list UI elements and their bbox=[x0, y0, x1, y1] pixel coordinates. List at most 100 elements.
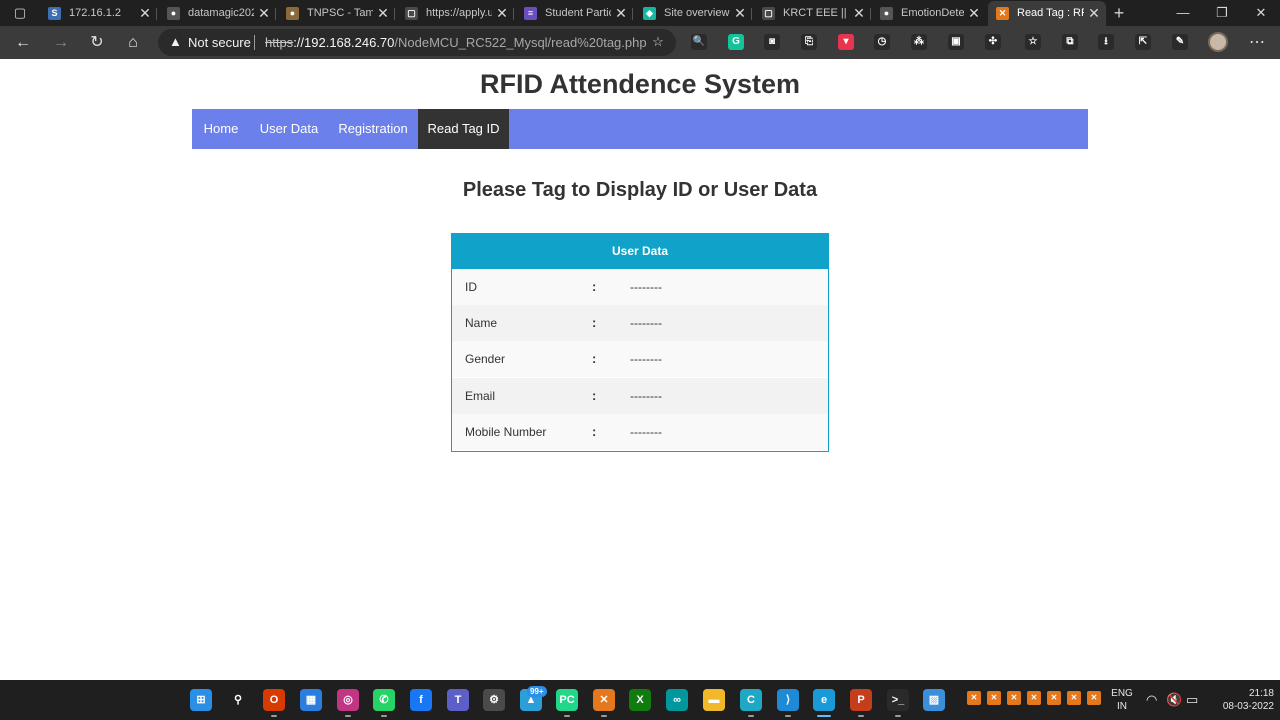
nav-read-tag-id[interactable]: Read Tag ID bbox=[418, 109, 509, 149]
reload-button[interactable]: ↻ bbox=[86, 32, 108, 54]
collections-ext-icon[interactable]: ▣ bbox=[948, 34, 964, 50]
xampp-tray-icon[interactable]: ✕ bbox=[1047, 691, 1061, 705]
xampp-tray-icon[interactable]: ✕ bbox=[967, 691, 981, 705]
github-icon: ● bbox=[167, 7, 180, 20]
browser-tab[interactable]: ▢ KRCT EEE || Lit ✕ bbox=[754, 1, 871, 26]
running-indicator bbox=[345, 715, 351, 717]
instagram-icon[interactable]: ◎ bbox=[337, 689, 359, 711]
forward-button[interactable]: → bbox=[50, 32, 72, 54]
add-favorite-icon[interactable]: ☆ bbox=[650, 34, 666, 50]
tab-title: datamagic2022 bbox=[188, 7, 254, 19]
browser-tab[interactable]: ✕ Read Tag : RFI ✕ bbox=[988, 1, 1106, 26]
apps-ext-icon[interactable]: ⁂ bbox=[911, 34, 927, 50]
back-button[interactable]: ← bbox=[12, 32, 34, 54]
address-bar[interactable]: ▲ Not secure https://192.168.246.70/Node… bbox=[158, 29, 676, 56]
canva-icon[interactable]: C bbox=[740, 689, 762, 711]
new-tab-button[interactable]: + bbox=[1110, 2, 1128, 24]
powerpoint-icon[interactable]: P bbox=[850, 689, 872, 711]
download-icon[interactable]: ⭳ bbox=[1098, 34, 1114, 50]
photo-viewer-icon[interactable]: ▨ bbox=[923, 689, 945, 711]
settings-icon[interactable]: ⚙ bbox=[483, 689, 505, 711]
battery-icon[interactable]: ▭ bbox=[1186, 693, 1198, 707]
xampp-tray-icon[interactable]: ✕ bbox=[987, 691, 1001, 705]
browser-tab[interactable]: ▢ https://apply.u ✕ bbox=[397, 1, 514, 26]
browser-tab[interactable]: ● EmotionDetect ✕ bbox=[872, 1, 986, 26]
xampp-tray-icon[interactable]: ✕ bbox=[1087, 691, 1101, 705]
arduino-icon[interactable]: ∞ bbox=[666, 689, 688, 711]
xampp-tray-icon[interactable]: ✕ bbox=[1067, 691, 1081, 705]
browser-tab[interactable]: ◆ Site overview | ✕ bbox=[635, 1, 752, 26]
system-clock[interactable]: 21:18 08-03-2022 bbox=[1204, 687, 1274, 713]
row-separator: : bbox=[592, 279, 597, 294]
table-row: Gender : -------- bbox=[452, 341, 828, 377]
url-path: /NodeMCU_RC522_Mysql/read%20tag.php bbox=[394, 35, 647, 50]
xampp-tray-icon[interactable]: ✕ bbox=[1027, 691, 1041, 705]
whatsapp-icon[interactable]: ✆ bbox=[373, 689, 395, 711]
close-tab-icon[interactable]: ✕ bbox=[734, 1, 746, 26]
search-ext-icon[interactable]: 🔍 bbox=[691, 34, 707, 50]
browser-tab[interactable]: ● datamagic2022 ✕ bbox=[159, 1, 276, 26]
form-icon: ≡ bbox=[524, 7, 537, 20]
browser-tab[interactable]: ≡ Student Partic ✕ bbox=[516, 1, 633, 26]
xampp-tray-icon[interactable]: ✕ bbox=[1007, 691, 1021, 705]
xampp-icon[interactable]: ✕ bbox=[593, 689, 615, 711]
wifi-icon[interactable]: ◠ bbox=[1146, 693, 1157, 707]
office-icon[interactable]: O bbox=[263, 689, 285, 711]
warning-icon[interactable]: ▲ bbox=[169, 34, 183, 50]
close-tab-icon[interactable]: ✕ bbox=[1088, 1, 1100, 26]
row-label-email: Email bbox=[465, 389, 496, 403]
close-tab-icon[interactable]: ✕ bbox=[496, 1, 508, 26]
xbox-icon[interactable]: X bbox=[629, 689, 651, 711]
browser-tab[interactable]: ● TNPSC - Tamil ✕ bbox=[278, 1, 395, 26]
pycharm-icon[interactable]: PC bbox=[556, 689, 578, 711]
vscode-icon[interactable]: ⟩ bbox=[777, 689, 799, 711]
row-value-email: -------- bbox=[630, 389, 662, 403]
table-row: Email : -------- bbox=[452, 378, 828, 414]
close-tab-icon[interactable]: ✕ bbox=[258, 1, 270, 26]
store-icon[interactable]: ▦ bbox=[300, 689, 322, 711]
close-tab-icon[interactable]: ✕ bbox=[615, 1, 627, 26]
collections-icon[interactable]: ⧉ bbox=[1062, 34, 1078, 50]
puzzle-icon[interactable]: ✣ bbox=[985, 34, 1001, 50]
camera-icon[interactable]: ◙ bbox=[764, 34, 780, 50]
browser-toolbar: ← → ↻ ⌂ ▲ Not secure https://192.168.246… bbox=[0, 26, 1280, 59]
security-label[interactable]: Not secure bbox=[188, 29, 251, 56]
close-tab-icon[interactable]: ✕ bbox=[853, 1, 865, 26]
file-explorer-icon[interactable]: ▬ bbox=[703, 689, 725, 711]
home-button[interactable]: ⌂ bbox=[122, 32, 144, 54]
volume-muted-icon[interactable]: 🔇 bbox=[1166, 693, 1182, 707]
favorites-icon[interactable]: ☆ bbox=[1025, 34, 1041, 50]
restore-button[interactable]: ❐ bbox=[1207, 2, 1237, 24]
diamond-icon: ◆ bbox=[643, 7, 656, 20]
close-tab-icon[interactable]: ✕ bbox=[968, 1, 980, 26]
tab-separator bbox=[751, 8, 752, 20]
messenger-icon[interactable]: f bbox=[410, 689, 432, 711]
close-tab-icon[interactable]: ✕ bbox=[139, 1, 151, 26]
nav-registration[interactable]: Registration bbox=[328, 109, 418, 149]
edge-icon[interactable]: e bbox=[813, 689, 835, 711]
teams-icon[interactable]: T bbox=[447, 689, 469, 711]
tab-title: 172.16.1.2 bbox=[69, 7, 121, 19]
share-icon[interactable]: ⇱ bbox=[1135, 34, 1151, 50]
terminal-icon[interactable]: >_ bbox=[887, 689, 909, 711]
windows-start-icon[interactable]: ⊞ bbox=[190, 689, 212, 711]
nav-home[interactable]: Home bbox=[192, 109, 250, 149]
profile-avatar[interactable] bbox=[1208, 32, 1228, 52]
close-tab-icon[interactable]: ✕ bbox=[377, 1, 389, 26]
minimize-button[interactable]: — bbox=[1168, 2, 1198, 24]
url-text[interactable]: https://192.168.246.70/NodeMCU_RC522_Mys… bbox=[265, 29, 647, 56]
language-indicator[interactable]: ENG IN bbox=[1110, 687, 1134, 713]
window-close-button[interactable]: ✕ bbox=[1246, 2, 1276, 24]
tab-title: TNPSC - Tamil bbox=[307, 7, 373, 19]
search-icon[interactable]: ⚲ bbox=[227, 689, 249, 711]
sharing-icon[interactable]: ⎘ bbox=[801, 34, 817, 50]
pocket-icon[interactable]: ▾ bbox=[838, 34, 854, 50]
tab-actions-icon[interactable]: ▢ bbox=[8, 4, 32, 22]
card-header: User Data bbox=[452, 234, 828, 269]
settings-menu-icon[interactable]: ⋯ bbox=[1246, 32, 1268, 54]
clock-ext-icon[interactable]: ◷ bbox=[874, 34, 890, 50]
browser-tab[interactable]: S 172.16.1.2 ✕ bbox=[40, 1, 157, 26]
feedback-icon[interactable]: ✎ bbox=[1172, 34, 1188, 50]
grammarly-icon[interactable]: G bbox=[728, 34, 744, 50]
nav-user-data[interactable]: User Data bbox=[250, 109, 328, 149]
